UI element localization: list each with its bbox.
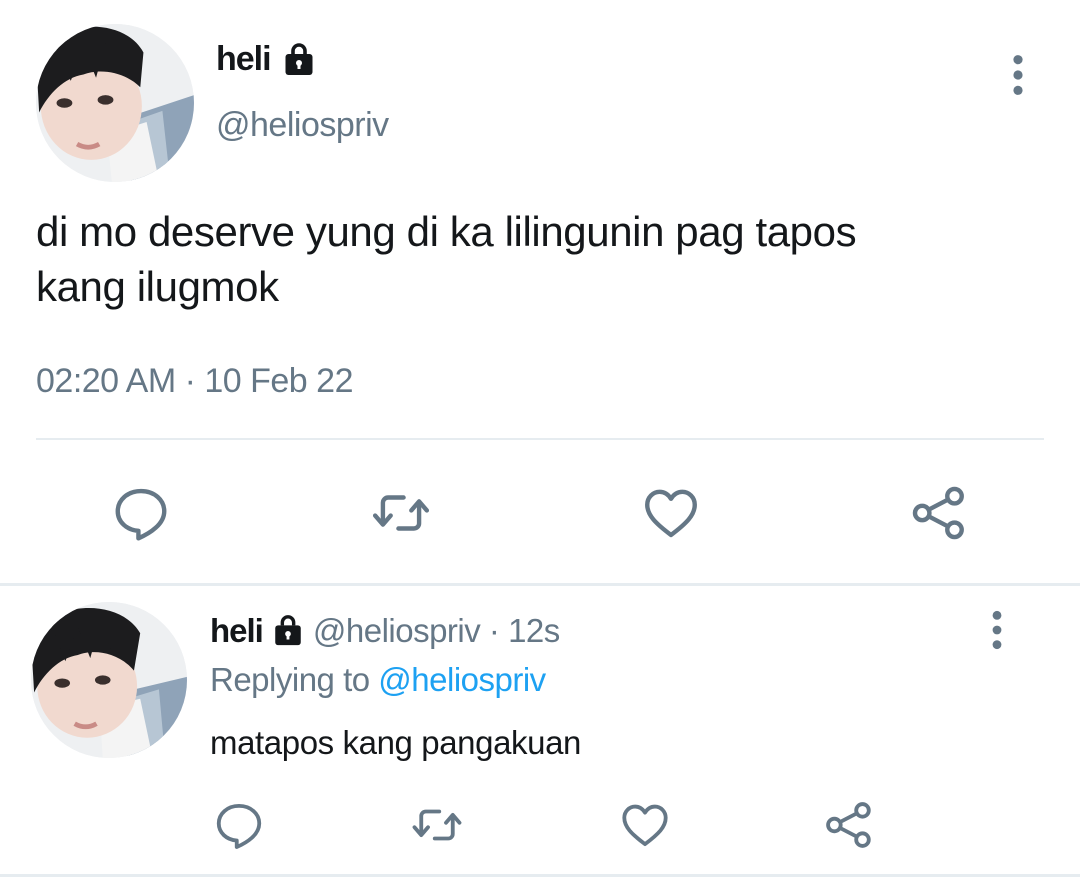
tweet-thread-page: heli @heliospriv di mo deserve yung di k…: [0, 0, 1080, 879]
share-icon: [912, 486, 964, 540]
avatar[interactable]: [36, 24, 194, 182]
reply-like-button[interactable]: [618, 798, 672, 852]
like-button[interactable]: [640, 482, 702, 544]
lock-icon: [271, 614, 305, 648]
reply-more-options-button[interactable]: [980, 608, 1014, 652]
main-tweet: heli @heliospriv di mo deserve yung di k…: [0, 0, 1080, 583]
display-name[interactable]: heli: [216, 40, 272, 79]
reply-header: heli @heliospriv · 12s: [210, 612, 560, 650]
reply-share-button[interactable]: [822, 798, 876, 852]
more-vertical-icon: [1013, 55, 1023, 95]
replying-to-link[interactable]: @heliospriv: [378, 661, 546, 698]
replying-to-label: Replying to: [210, 661, 370, 698]
reply-button[interactable]: [110, 482, 172, 544]
retweet-button[interactable]: [370, 482, 432, 544]
reply-display-name[interactable]: heli: [210, 612, 264, 650]
share-button[interactable]: [908, 482, 970, 544]
retweet-icon: [412, 809, 462, 841]
divider: [0, 583, 1080, 586]
lock-icon: [281, 42, 317, 78]
reply-icon: [216, 803, 262, 849]
retweet-icon: [372, 495, 430, 531]
replying-to: Replying to @heliospriv: [210, 661, 546, 699]
reply-retweet-button[interactable]: [410, 798, 464, 852]
share-icon: [826, 802, 871, 848]
avatar-photo: [31, 602, 187, 758]
author-name-row: heli: [216, 40, 317, 79]
divider: [0, 874, 1080, 877]
reply-avatar[interactable]: [31, 602, 187, 758]
tweet-text-line: di mo deserve yung di ka lilingunin pag …: [36, 208, 857, 255]
tweet-text: di mo deserve yung di ka lilingunin pag …: [36, 204, 1036, 314]
tweet-timestamp[interactable]: 02:20 AM · 10 Feb 22: [36, 362, 353, 401]
divider: [36, 438, 1044, 440]
reply-text: matapos kang pangakuan: [210, 724, 581, 761]
reply-reply-button[interactable]: [212, 798, 266, 852]
reply-icon: [115, 488, 167, 541]
author-handle[interactable]: @heliospriv: [216, 106, 389, 145]
avatar-photo: [36, 24, 194, 182]
heart-icon: [622, 804, 668, 847]
heart-icon: [645, 489, 697, 538]
more-options-button[interactable]: [1000, 52, 1036, 98]
tweet-text-line: kang ilugmok: [36, 263, 279, 310]
more-vertical-icon: [992, 610, 1002, 650]
reply-handle-time[interactable]: @heliospriv · 12s: [313, 612, 560, 650]
